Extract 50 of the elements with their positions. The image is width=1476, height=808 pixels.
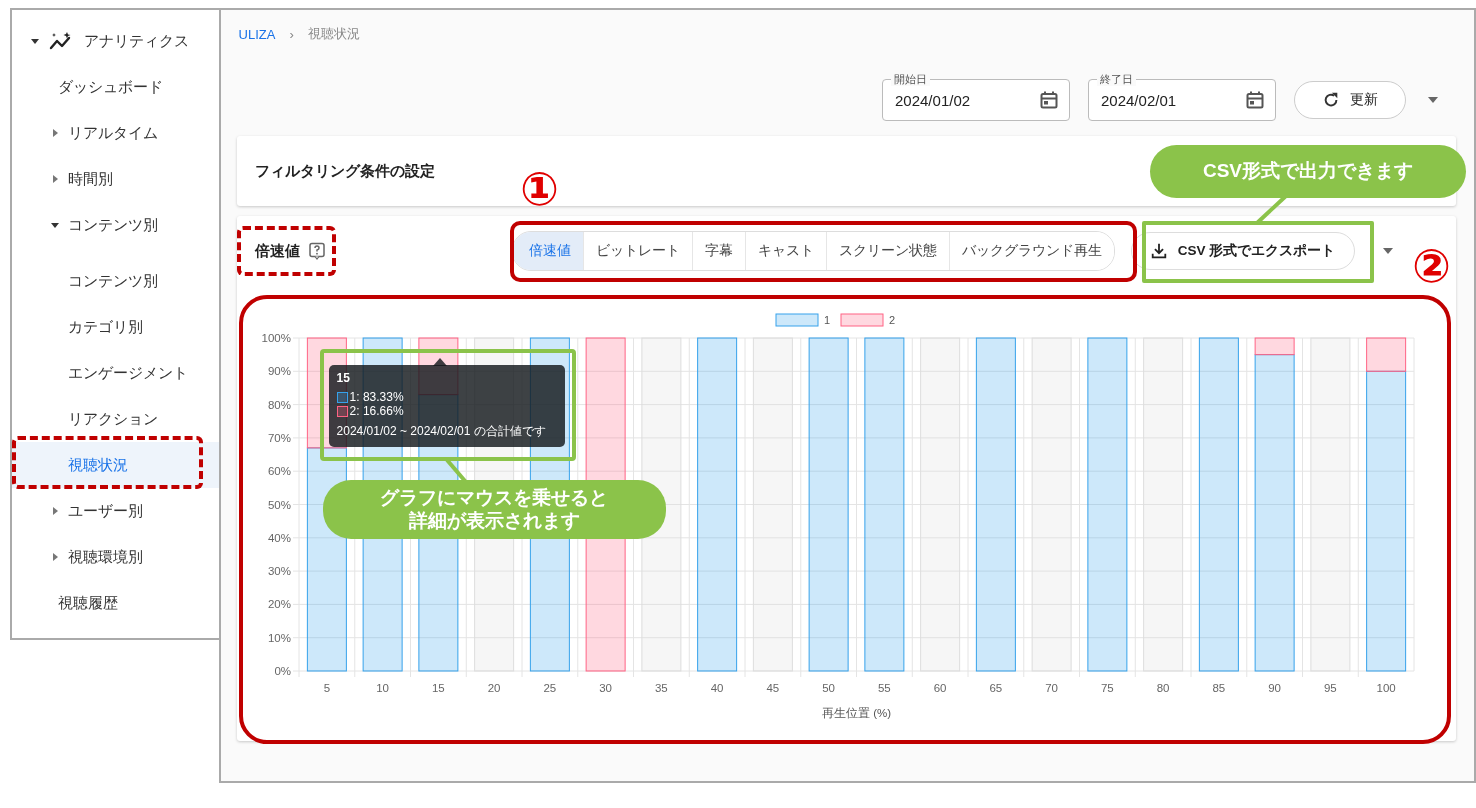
step-marker: ① [520, 166, 559, 212]
card-title: 倍速値 [254, 241, 300, 261]
y-tick-label: 30% [267, 565, 291, 578]
x-tick-label: 55 [877, 682, 891, 694]
y-tick-label: 60% [267, 465, 291, 478]
field-label: 開始日 [891, 72, 930, 86]
y-tick-label: 100% [261, 332, 291, 344]
y-tick-label: 50% [267, 498, 291, 511]
x-axis-title: 再生位置 (%) [821, 707, 891, 719]
x-tick-label: 70 [1044, 682, 1058, 694]
date-value: 2024/01/02 [895, 91, 971, 109]
callout: グラフにマウスを乗せると詳細が表示されます [323, 480, 666, 539]
x-tick-label: 90 [1267, 682, 1281, 694]
tooltip-value: 1: 83.33% [349, 390, 404, 404]
x-tick-label: 60 [933, 682, 947, 694]
x-tick-label: 5 [323, 682, 330, 694]
step-marker: ② [1412, 243, 1451, 289]
breadcrumb-separator: › [289, 26, 294, 42]
y-tick-label: 0% [273, 665, 291, 677]
x-tick-label: 30 [598, 682, 612, 694]
legend-label: 1 [823, 314, 830, 326]
field-label: 終了日 [1097, 72, 1136, 86]
tooltip-title: 15 [336, 371, 351, 385]
tooltip-footer: 2024/01/02 ~ 2024/02/01 の合計値です [336, 423, 557, 440]
x-tick-label: 95 [1323, 682, 1337, 694]
y-tick-label: 40% [267, 531, 291, 544]
x-tick-label: 65 [989, 682, 1002, 694]
x-tick-label: 75 [1100, 682, 1114, 694]
x-tick-label: 40 [710, 682, 724, 694]
legend-label: 2 [888, 314, 895, 326]
date-value: 2024/02/01 [1101, 91, 1177, 109]
x-tick-label: 10 [375, 682, 389, 694]
x-tick-label: 85 [1212, 682, 1225, 694]
x-tick-label: 100 [1376, 682, 1396, 694]
x-tick-label: 25 [543, 682, 556, 694]
x-tick-label: 50 [821, 682, 835, 694]
x-tick-label: 20 [487, 682, 501, 694]
y-tick-label: 10% [267, 631, 291, 644]
breadcrumb-current: 視聴状況 [307, 25, 360, 43]
x-tick-label: 35 [654, 682, 668, 694]
x-tick-label: 15 [431, 682, 445, 694]
card-title: フィルタリング条件の設定 [254, 161, 435, 181]
x-tick-label: 45 [766, 682, 779, 694]
y-tick-label: 70% [267, 431, 291, 444]
callout: CSV形式で出力できます [1150, 145, 1466, 198]
y-tick-label: 80% [267, 398, 291, 411]
x-tick-label: 80 [1156, 682, 1170, 694]
y-tick-label: 20% [267, 598, 291, 611]
tooltip-value: 2: 16.66% [349, 404, 404, 418]
y-tick-label: 90% [267, 365, 291, 378]
